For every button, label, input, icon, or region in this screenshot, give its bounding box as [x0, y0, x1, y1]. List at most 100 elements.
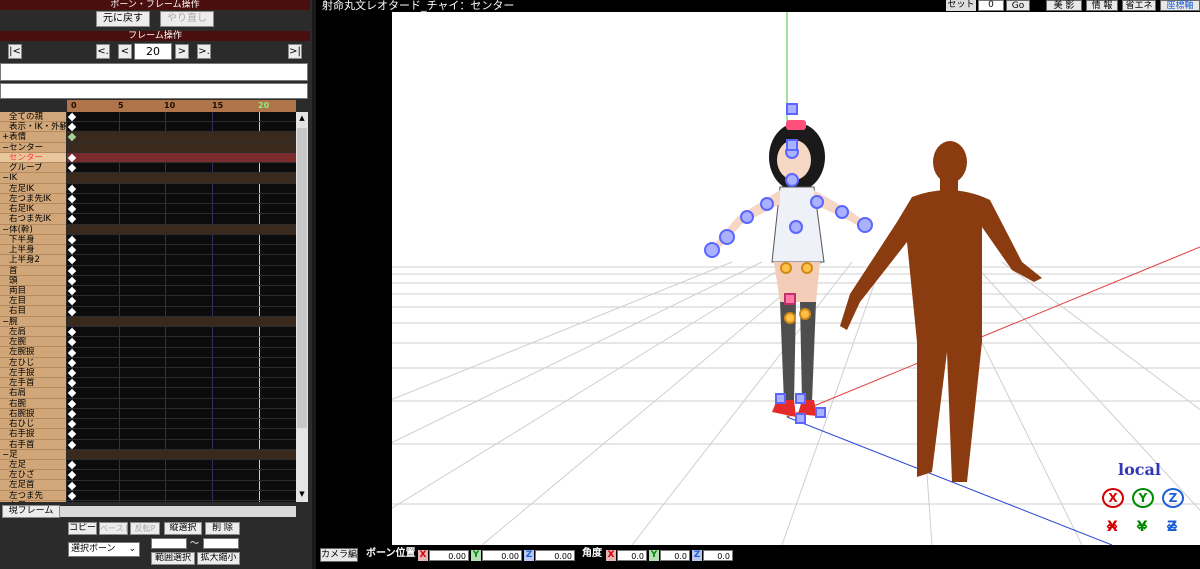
timeline-row[interactable]	[67, 173, 296, 184]
timeline-row[interactable]	[67, 316, 296, 328]
bone-list-item[interactable]: 上半身2	[0, 255, 66, 266]
move-z-icon[interactable]: ⇔ Z	[1158, 516, 1186, 538]
keyframe-diamond-icon[interactable]	[67, 409, 77, 419]
keyframe-diamond-icon[interactable]	[67, 399, 77, 408]
keyframe-diamond-icon[interactable]	[67, 286, 77, 296]
bone-list-item[interactable]: 左足	[0, 460, 66, 471]
vertical-select-button[interactable]: 縦選択	[164, 522, 202, 535]
timeline-row[interactable]	[67, 388, 296, 399]
bone-list-item[interactable]: 左足IK	[0, 184, 66, 194]
bone-list-item[interactable]: 首	[0, 266, 66, 276]
timeline-scrollbar[interactable]: ▲ ▼	[296, 112, 308, 502]
keyframe-diamond-icon[interactable]	[67, 430, 77, 439]
keyframe-diamond-icon[interactable]	[67, 163, 77, 173]
timeline-row[interactable]	[67, 449, 296, 461]
3d-scene[interactable]: local X Y Z ⇔ X ⇔ Y ⇔ Z	[31, 12, 1200, 546]
keyframe-diamond-icon[interactable]	[67, 419, 77, 429]
bone-list-item[interactable]: 右足IK	[0, 204, 66, 215]
undo-button[interactable]: 元に戻す	[96, 11, 150, 27]
keyframe-diamond-icon[interactable]	[67, 338, 77, 347]
bone-list-item[interactable]: 全ての親	[0, 112, 66, 123]
bone-list-item[interactable]: −IK	[0, 173, 66, 184]
timeline-row[interactable]	[67, 337, 296, 348]
range-end-input[interactable]	[203, 538, 239, 549]
zoom-button[interactable]: 拡大縮小	[197, 552, 240, 565]
bone-list-item[interactable]: 左腕捩	[0, 347, 66, 358]
shadow-button[interactable]: 美 影	[1046, 0, 1082, 11]
set-frame-input[interactable]: 0	[978, 0, 1004, 11]
horizontal-scrollbar[interactable]	[60, 506, 296, 517]
bone-list-item[interactable]: 左手捩	[0, 368, 66, 379]
bone-list-item[interactable]: −腕	[0, 317, 66, 327]
timeline-row[interactable]	[67, 286, 296, 297]
pos-x-input[interactable]: 0.00	[429, 550, 469, 561]
bone-list-item[interactable]: センター	[0, 152, 66, 164]
keyframe-diamond-icon[interactable]	[67, 153, 77, 163]
first-frame-button[interactable]: |<	[8, 44, 22, 59]
timeline-row[interactable]	[67, 235, 296, 246]
bone-list-item[interactable]: −足	[0, 450, 66, 460]
timeline-row[interactable]	[67, 122, 296, 133]
bone-list-item[interactable]: 左つま先	[0, 491, 66, 501]
rotate-y-icon[interactable]: Y	[1132, 488, 1154, 508]
keyframe-diamond-icon[interactable]	[67, 460, 77, 470]
bone-list-item[interactable]: グルーブ	[0, 163, 66, 174]
bone-list-item[interactable]: 両目	[0, 286, 66, 297]
bone-list-item[interactable]: 右足	[0, 501, 66, 502]
paste-button[interactable]: ペースト	[99, 522, 128, 535]
keyframe-diamond-icon[interactable]	[67, 194, 77, 204]
keyframe-diamond-icon[interactable]	[67, 133, 77, 142]
timeline-row[interactable]	[67, 491, 296, 502]
timeline-row[interactable]	[67, 481, 296, 491]
pos-z-input[interactable]: 0.00	[535, 550, 575, 561]
bone-list-item[interactable]: 左ひざ	[0, 470, 66, 481]
keyframe-diamond-icon[interactable]	[67, 112, 77, 122]
current-frame-button[interactable]: 現フレーム	[2, 505, 60, 518]
timeline-row[interactable]	[67, 132, 296, 143]
keyframe-diamond-icon[interactable]	[67, 440, 77, 449]
timeline-row[interactable]	[67, 460, 296, 471]
bone-list-item[interactable]: 左肩	[0, 327, 66, 338]
bone-list-item[interactable]: 右肩	[0, 388, 66, 399]
keyframe-diamond-icon[interactable]	[67, 327, 77, 337]
timeline-row[interactable]	[67, 204, 296, 215]
timeline-row[interactable]	[67, 255, 296, 266]
prev-key-button[interactable]: <.	[96, 44, 110, 59]
prev-frame-button[interactable]: <	[118, 44, 132, 59]
bone-list-item[interactable]: 右手捩	[0, 429, 66, 440]
next-key-button[interactable]: >.	[197, 44, 211, 59]
keyframe-diamond-icon[interactable]	[67, 184, 77, 193]
bone-list-item[interactable]: −センター	[0, 143, 66, 153]
range-start-input[interactable]	[151, 538, 187, 549]
timeline-row[interactable]	[67, 214, 296, 225]
select-mode-dropdown[interactable]: 選択ボーン ⌄	[68, 542, 140, 557]
go-button[interactable]: Go	[1006, 0, 1030, 11]
keyframe-diamond-icon[interactable]	[67, 348, 77, 357]
reverse-paste-button[interactable]: 反転P	[130, 522, 160, 535]
move-y-icon[interactable]: ⇔ Y	[1128, 516, 1156, 538]
bone-list-item[interactable]: 左つま先IK	[0, 194, 66, 205]
rot-x-input[interactable]: 0.0	[617, 550, 647, 561]
keyframe-diamond-icon[interactable]	[67, 358, 77, 367]
copy-button[interactable]: コピー	[68, 522, 97, 535]
bone-list-item[interactable]: 右腕	[0, 399, 66, 409]
bone-list-item[interactable]: 左手首	[0, 378, 66, 389]
scroll-down-icon[interactable]: ▼	[297, 490, 307, 498]
timeline-row[interactable]	[67, 194, 296, 205]
bone-list-item[interactable]: 表示・IK・外観	[0, 122, 66, 133]
bone-list-item[interactable]: 左足首	[0, 480, 66, 491]
timeline-grid[interactable]	[67, 112, 296, 502]
bone-list-item[interactable]: 右腕捩	[0, 409, 66, 420]
bone-list-item[interactable]: 右ひじ	[0, 419, 66, 430]
camera-edit-button[interactable]: カメラ編	[320, 548, 358, 562]
timeline-row[interactable]	[67, 327, 296, 338]
frame-number-input[interactable]: 20	[134, 43, 172, 60]
keyframe-diamond-icon[interactable]	[67, 204, 77, 214]
bone-list-item[interactable]: 上半身	[0, 245, 66, 256]
bone-list-item[interactable]: 頭	[0, 276, 66, 286]
last-frame-button[interactable]: >|	[288, 44, 302, 59]
timeline-row[interactable]	[67, 224, 296, 235]
next-frame-button[interactable]: >	[175, 44, 189, 59]
scroll-thumb[interactable]	[297, 128, 307, 428]
timeline-row[interactable]	[67, 419, 296, 430]
